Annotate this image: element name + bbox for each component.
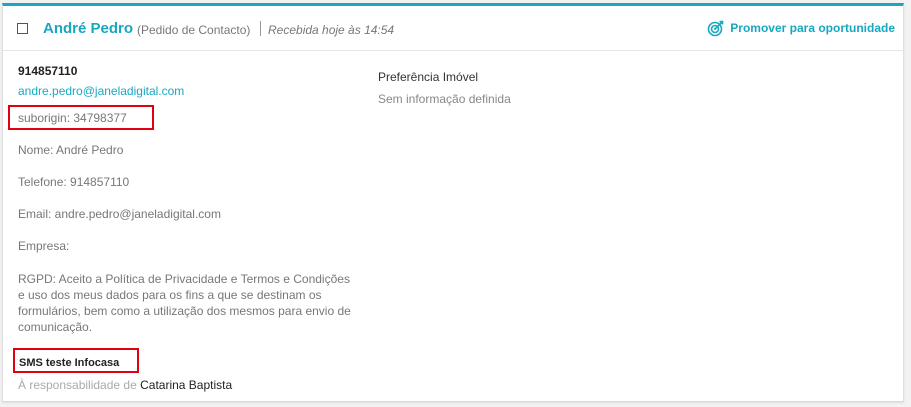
promote-opportunity-button[interactable]: Promover para oportunidade — [707, 19, 895, 37]
responsibility-line: À responsabilidade de Catarina Baptista — [18, 378, 232, 392]
preference-title: Preferência Imóvel — [378, 70, 479, 84]
responsible-user[interactable]: Catarina Baptista — [140, 378, 232, 392]
lead-type: (Pedido de Contacto) — [137, 23, 251, 37]
lead-phone: 914857110 — [18, 64, 78, 78]
field-nome: Nome: André Pedro — [18, 143, 124, 157]
lead-header: André Pedro (Pedido de Contacto) Recebid… — [3, 6, 903, 51]
select-checkbox[interactable] — [17, 23, 28, 34]
suborigin-text: suborigin: 34798377 — [18, 111, 127, 125]
responsibility-prefix: À responsabilidade de — [18, 378, 137, 392]
rgpd-text: RGPD: Aceito a Política de Privacidade e… — [18, 272, 351, 334]
field-email: Email: andre.pedro@janeladigital.com — [18, 207, 221, 221]
promote-label: Promover para oportunidade — [730, 21, 895, 35]
received-time: Recebida hoje às 14:54 — [268, 23, 395, 37]
field-empresa: Empresa: — [18, 239, 70, 253]
lead-name[interactable]: André Pedro — [43, 20, 133, 37]
lead-source: SMS teste Infocasa — [19, 357, 120, 369]
lead-card: André Pedro (Pedido de Contacto) Recebid… — [2, 3, 904, 402]
field-telefone: Telefone: 914857110 — [18, 175, 130, 189]
header-separator — [260, 21, 261, 36]
target-icon — [707, 20, 724, 37]
lead-email-link[interactable]: andre.pedro@janeladigital.com — [18, 84, 184, 98]
preference-value: Sem informação definida — [378, 92, 511, 106]
